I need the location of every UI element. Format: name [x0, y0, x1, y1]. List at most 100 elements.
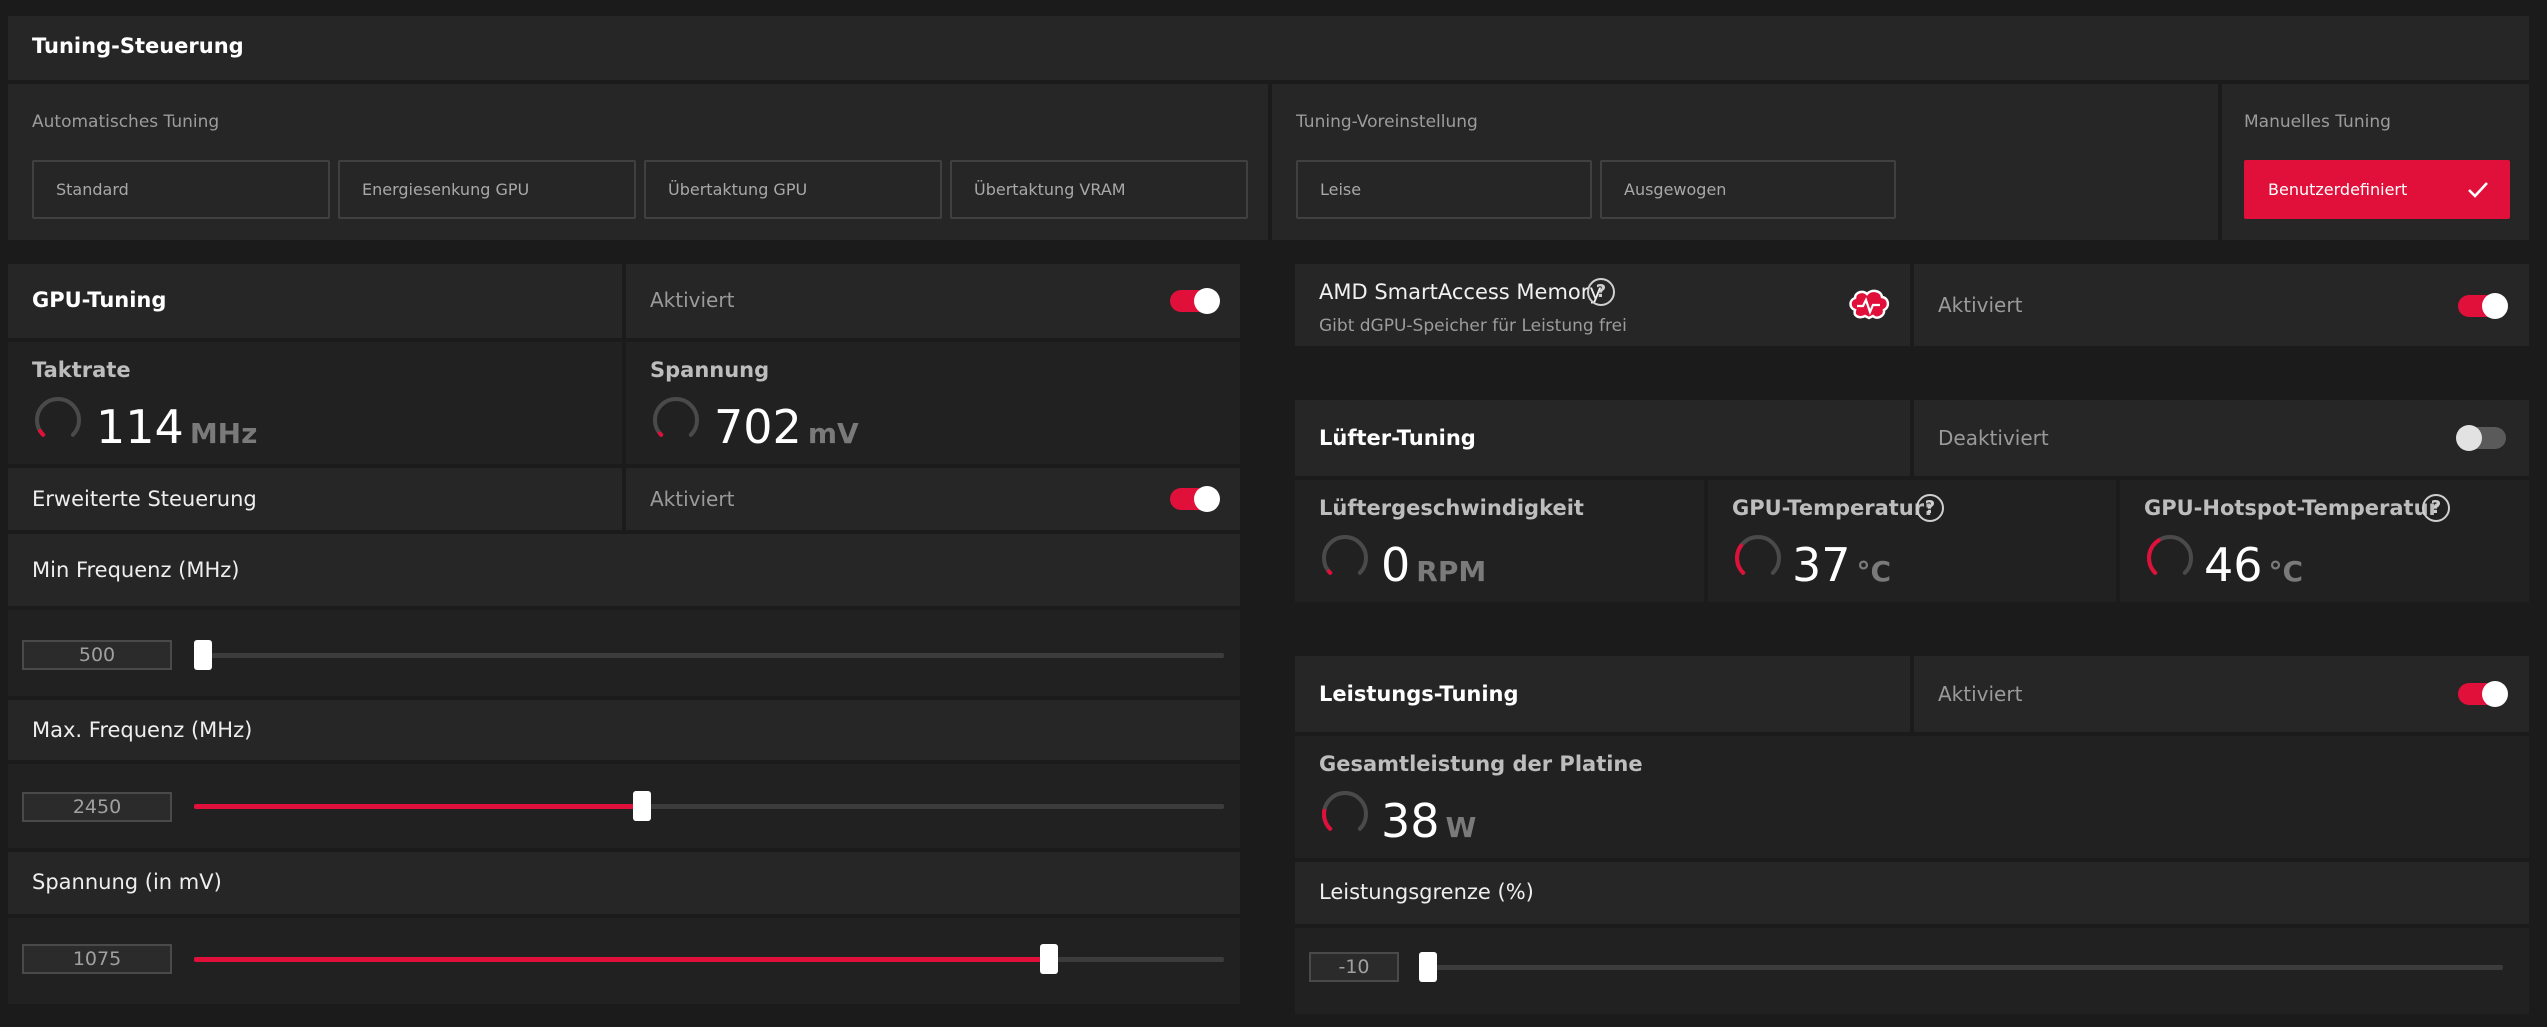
max-freq-input[interactable]: 2450 — [22, 792, 172, 822]
preset-undervolt-gpu-button[interactable]: Energiesenkung GPU — [338, 160, 636, 219]
fan-speed-label: Lüftergeschwindigkeit — [1319, 496, 1584, 520]
power-limit-slider-thumb[interactable] — [1419, 952, 1437, 982]
fan-tuning-status: Deaktiviert — [1938, 426, 2049, 450]
min-freq-slider-thumb[interactable] — [194, 640, 212, 670]
fan-speed-value-row: 0 RPM — [1381, 542, 1486, 588]
voltage-slider-thumb[interactable] — [1039, 944, 1058, 974]
sam-title: AMD SmartAccess Memory — [1319, 280, 1602, 304]
fan-tuning-title: Lüfter-Tuning — [1319, 426, 1476, 450]
clock-value: 114 — [96, 400, 184, 454]
voltage-input[interactable]: 1075 — [22, 944, 172, 974]
power-tuning-status: Aktiviert — [1938, 682, 2023, 706]
power-tuning-header: Leistungs-Tuning — [1295, 656, 1910, 732]
max-freq-slider-row: 2450 — [8, 764, 1240, 848]
preset-overclock-gpu-label: Übertaktung GPU — [668, 180, 808, 199]
gauge-track — [653, 397, 699, 437]
preset-quiet-label: Leise — [1320, 180, 1362, 199]
advanced-control-row: Erweiterte Steuerung — [8, 468, 622, 530]
power-limit-label: Leistungsgrenze (%) — [1319, 880, 1534, 904]
tuning-preset-group: Tuning-Voreinstellung Leise Ausgewogen — [1272, 84, 2218, 240]
sam-status: Aktiviert — [1938, 293, 2023, 317]
fan-speed-value: 0 — [1381, 538, 1411, 592]
preset-custom-label: Benutzerdefiniert — [2268, 180, 2408, 199]
page-title: Tuning-Steuerung — [32, 34, 244, 58]
preset-quiet-button[interactable]: Leise — [1296, 160, 1592, 219]
gauge-track — [35, 397, 81, 437]
preset-overclock-gpu-button[interactable]: Übertaktung GPU — [644, 160, 942, 219]
advanced-control-toggle[interactable] — [1170, 486, 1220, 512]
gpu-tuning-status: Aktiviert — [650, 288, 735, 312]
question-icon[interactable]: ? — [1916, 494, 1944, 522]
gauge-track — [1735, 535, 1781, 575]
gauge-fill — [2147, 538, 2161, 575]
min-freq-slider-track[interactable] — [194, 640, 1224, 670]
power-tuning-title: Leistungs-Tuning — [1319, 682, 1519, 706]
question-icon[interactable]: ? — [1587, 278, 1615, 306]
preset-custom-button[interactable]: Benutzerdefiniert — [2244, 160, 2510, 219]
toggle-knob — [2482, 293, 2508, 319]
power-tuning-status-row: Aktiviert — [1914, 656, 2529, 732]
gpu-tuning-toggle[interactable] — [1170, 288, 1220, 314]
board-power-gauge-icon — [1322, 791, 1368, 831]
power-limit-slider-track[interactable] — [1419, 952, 2503, 982]
gpu-tuning-status-row: Aktiviert — [626, 264, 1240, 338]
advanced-control-label: Erweiterte Steuerung — [32, 487, 257, 511]
gpu-tuning-header: GPU-Tuning — [8, 264, 622, 338]
board-power-metric: Gesamtleistung der Platine 38 W — [1295, 736, 2529, 858]
preset-overclock-vram-button[interactable]: Übertaktung VRAM — [950, 160, 1248, 219]
board-power-unit: W — [1445, 811, 1477, 844]
sam-subtitle: Gibt dGPU-Speicher für Leistung frei — [1319, 316, 1627, 336]
max-freq-slider-fill — [194, 804, 643, 809]
gpu-temp-metric: GPU-Temperatur: ? 37 °C — [1708, 480, 2116, 602]
manual-tuning-label: Manuelles Tuning — [2244, 112, 2391, 132]
gauge-fill — [1326, 569, 1333, 575]
brain-icon — [1849, 289, 1890, 320]
hotspot-temp-label: GPU-Hotspot-Temperatur — [2144, 496, 2439, 520]
voltage-gauge-icon — [653, 397, 699, 437]
gauge-track — [1322, 791, 1368, 831]
max-freq-slider-track[interactable] — [194, 791, 1224, 821]
power-limit-slider-row: -10 — [1295, 928, 2529, 1014]
preset-balanced-label: Ausgewogen — [1624, 180, 1727, 199]
hotspot-temp-metric: GPU-Hotspot-Temperatur ? 46 °C — [2120, 480, 2529, 602]
fan-speed-unit: RPM — [1416, 555, 1487, 588]
preset-balanced-button[interactable]: Ausgewogen — [1600, 160, 1896, 219]
board-power-value: 38 — [1381, 794, 1440, 848]
power-limit-input[interactable]: -10 — [1309, 952, 1399, 982]
hotspot-temp-unit: °C — [2268, 555, 2304, 588]
clock-unit: MHz — [189, 417, 258, 450]
preset-undervolt-gpu-label: Energiesenkung GPU — [362, 180, 530, 199]
checkmark-icon — [2468, 182, 2488, 198]
gpu-temp-value-row: 37 °C — [1792, 542, 1891, 588]
gauge-fill — [657, 431, 664, 437]
fan-speed-metric: Lüftergeschwindigkeit 0 RPM — [1295, 480, 1704, 602]
min-freq-label: Min Frequenz (MHz) — [32, 558, 240, 582]
clock-label: Taktrate — [32, 358, 131, 382]
question-icon[interactable]: ? — [2422, 494, 2450, 522]
preset-standard-label: Standard — [56, 180, 129, 199]
fan-tuning-toggle[interactable] — [2456, 425, 2506, 451]
min-freq-input[interactable]: 500 — [22, 640, 172, 670]
auto-tuning-label: Automatisches Tuning — [32, 112, 220, 132]
tuning-header: Tuning-Steuerung — [8, 16, 2529, 80]
voltage-slider-label: Spannung (in mV) — [32, 870, 222, 894]
gpu-temp-unit: °C — [1856, 555, 1892, 588]
voltage-slider-track[interactable] — [194, 944, 1224, 974]
voltage-label: Spannung — [650, 358, 770, 382]
preset-standard-button[interactable]: Standard — [32, 160, 330, 219]
sam-toggle[interactable] — [2458, 293, 2508, 319]
gpu-temp-label: GPU-Temperatur: — [1732, 496, 1933, 520]
fan-tuning-header: Lüfter-Tuning — [1295, 400, 1910, 476]
toggle-knob — [2482, 681, 2508, 707]
max-freq-slider-thumb[interactable] — [633, 791, 652, 821]
toggle-knob — [1194, 288, 1220, 314]
gauge-track — [1322, 535, 1368, 575]
voltage-slider-header: Spannung (in mV) — [8, 852, 1240, 914]
sam-panel: AMD SmartAccess Memory ? Gibt dGPU-Speic… — [1295, 264, 1910, 346]
hotspot-temp-gauge-icon — [2147, 535, 2193, 575]
power-tuning-toggle[interactable] — [2458, 681, 2508, 707]
clock-metric: Taktrate 114 MHz — [8, 342, 622, 464]
voltage-unit: mV — [807, 417, 859, 450]
hotspot-temp-value: 46 — [2204, 538, 2263, 592]
min-freq-header: Min Frequenz (MHz) — [8, 534, 1240, 606]
